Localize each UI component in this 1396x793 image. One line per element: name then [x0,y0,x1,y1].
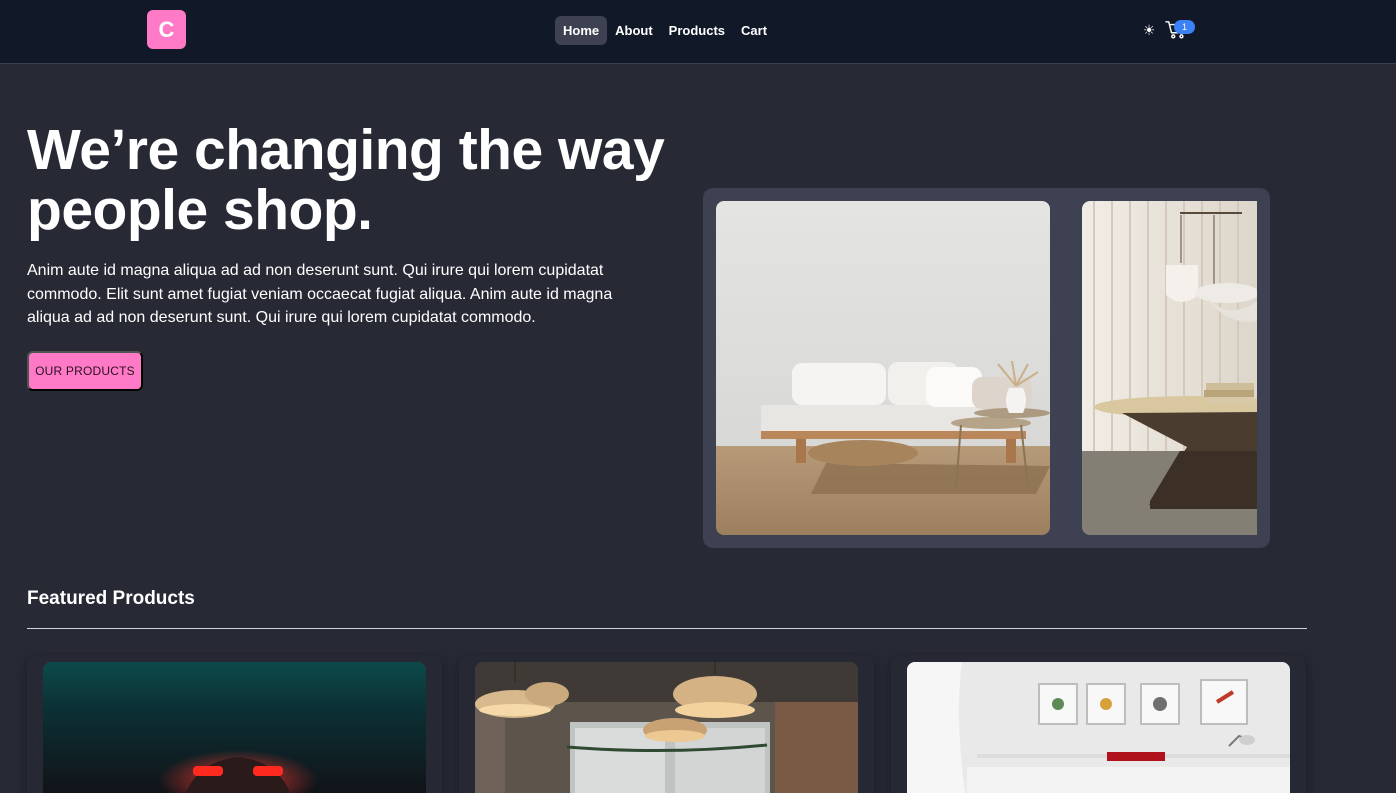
carousel-image-sofa-room [716,201,1050,535]
nav-link-home[interactable]: Home [555,16,608,45]
product-image-lamps [475,662,858,793]
product-image-bedroom [907,662,1290,793]
section-divider [27,628,1307,629]
hero-title: We’re changing the way people shop. [27,118,665,242]
product-card[interactable] [27,655,442,793]
product-card[interactable] [459,655,874,793]
nav-links: Home About Products Cart [555,16,775,45]
nav-link-products[interactable]: Products [661,16,733,45]
hero-carousel[interactable] [703,188,1270,548]
hero-text: Anim aute id magna aliqua ad ad non dese… [27,262,613,326]
sun-icon[interactable]: ☀ [1141,22,1157,38]
our-products-button[interactable]: OUR PRODUCTS [27,351,143,391]
nav-link-about[interactable]: About [607,16,661,45]
carousel-image-table-room [1082,201,1257,535]
featured-products-title: Featured Products [27,588,195,609]
cart-count-badge: 1 [1174,20,1195,34]
nav-link-cart[interactable]: Cart [733,16,775,45]
logo-button[interactable]: C [147,10,186,49]
product-card[interactable] [891,655,1306,793]
navbar: C Home About Products Cart ☀ 1 [0,0,1396,64]
product-image-car [43,662,426,793]
